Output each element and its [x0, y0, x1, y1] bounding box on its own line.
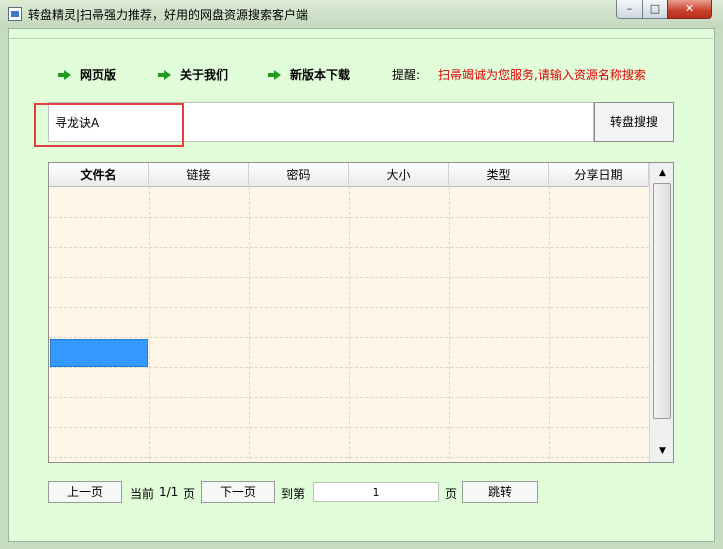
- close-button[interactable]: ✕: [667, 0, 712, 19]
- search-button[interactable]: 转盘搜搜: [594, 102, 674, 142]
- page-number-input[interactable]: [313, 482, 439, 502]
- grid-line: [249, 187, 250, 462]
- column-header-link[interactable]: 链接: [149, 163, 249, 187]
- window-title: 转盘精灵|扫帚强力推荐，好用的网盘资源搜索客户端: [28, 8, 309, 22]
- green-arrow-icon: [158, 70, 172, 80]
- notice-label: 提醒:: [392, 68, 421, 82]
- column-header-size[interactable]: 大小: [349, 163, 449, 187]
- table-header: 文件名 链接 密码 大小 类型 分享日期: [49, 163, 649, 187]
- vertical-scrollbar[interactable]: ▲ ▼: [649, 163, 673, 462]
- goto-suffix: 页: [445, 487, 458, 501]
- column-header-share-date[interactable]: 分享日期: [549, 163, 649, 187]
- search-input[interactable]: [48, 102, 594, 142]
- results-table: 文件名 链接 密码 大小 类型 分享日期 ▲ ▼: [48, 162, 674, 463]
- current-page-value: 1/1: [159, 485, 179, 499]
- app-icon: [8, 7, 22, 21]
- jump-button[interactable]: 跳转: [462, 481, 538, 503]
- notice-text: 扫帚竭诚为您服务,请输入资源名称搜索: [438, 68, 646, 82]
- column-header-password[interactable]: 密码: [249, 163, 349, 187]
- grid-line: [449, 187, 450, 462]
- column-header-filename[interactable]: 文件名: [49, 163, 149, 187]
- green-arrow-icon: [58, 70, 72, 80]
- grid-line: [149, 187, 150, 462]
- divider: [10, 38, 713, 39]
- current-page-prefix: 当前: [130, 487, 155, 501]
- maximize-button[interactable]: □: [642, 0, 668, 19]
- prev-page-button[interactable]: 上一页: [48, 481, 122, 503]
- nav-link-new-version-download[interactable]: 新版本下载: [290, 66, 350, 82]
- selected-cell[interactable]: [50, 339, 148, 367]
- scroll-down-arrow-icon[interactable]: ▼: [654, 443, 671, 460]
- scroll-thumb[interactable]: [653, 183, 671, 419]
- nav-link-web-version[interactable]: 网页版: [80, 66, 116, 82]
- grid-line: [549, 187, 550, 462]
- nav-link-about-us[interactable]: 关于我们: [180, 66, 228, 82]
- scroll-up-arrow-icon[interactable]: ▲: [654, 165, 671, 182]
- column-header-type[interactable]: 类型: [449, 163, 549, 187]
- minimize-button[interactable]: –: [616, 0, 643, 19]
- green-arrow-icon: [268, 70, 282, 80]
- grid-line: [349, 187, 350, 462]
- next-page-button[interactable]: 下一页: [201, 481, 275, 503]
- goto-prefix: 到第: [281, 487, 306, 501]
- current-page-suffix: 页: [183, 487, 196, 501]
